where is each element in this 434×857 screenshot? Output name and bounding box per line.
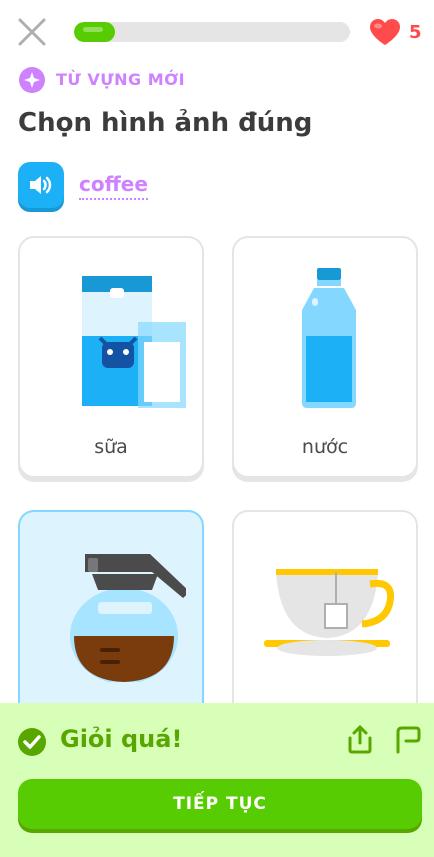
progress-fill — [74, 22, 116, 42]
option-card-water[interactable]: nước — [232, 236, 418, 478]
target-word[interactable]: coffee — [79, 172, 148, 200]
feedback-message: Giỏi quá! — [60, 725, 183, 753]
play-audio-button[interactable] — [18, 162, 64, 208]
report-flag-icon[interactable] — [394, 724, 422, 754]
hearts-counter[interactable]: 5 — [368, 18, 424, 46]
new-word-icon — [19, 67, 45, 93]
new-word-label: TỪ VỰNG MỚI — [56, 70, 186, 89]
tea-cup-icon — [264, 569, 395, 656]
option-label: sữa — [94, 436, 128, 458]
check-circle-icon — [18, 728, 46, 756]
coffee-pot-icon — [70, 554, 186, 682]
share-icon[interactable] — [346, 724, 374, 754]
top-bar: 5 — [0, 0, 434, 64]
close-icon[interactable] — [16, 16, 48, 48]
hearts-count: 5 — [409, 22, 422, 43]
heart-icon — [370, 19, 400, 45]
continue-button[interactable]: TIẾP TỤC — [18, 779, 422, 829]
speaker-icon — [30, 176, 52, 194]
water-bottle-icon — [302, 268, 356, 408]
milk-icon — [82, 276, 186, 408]
lesson-progress-bar — [74, 22, 350, 42]
feedback-panel: Giỏi quá! TIẾP TỤC — [0, 703, 434, 857]
prompt-title: Chọn hình ảnh đúng — [18, 108, 313, 138]
option-card-milk[interactable]: sữa — [18, 236, 204, 478]
option-label: nước — [301, 436, 349, 458]
